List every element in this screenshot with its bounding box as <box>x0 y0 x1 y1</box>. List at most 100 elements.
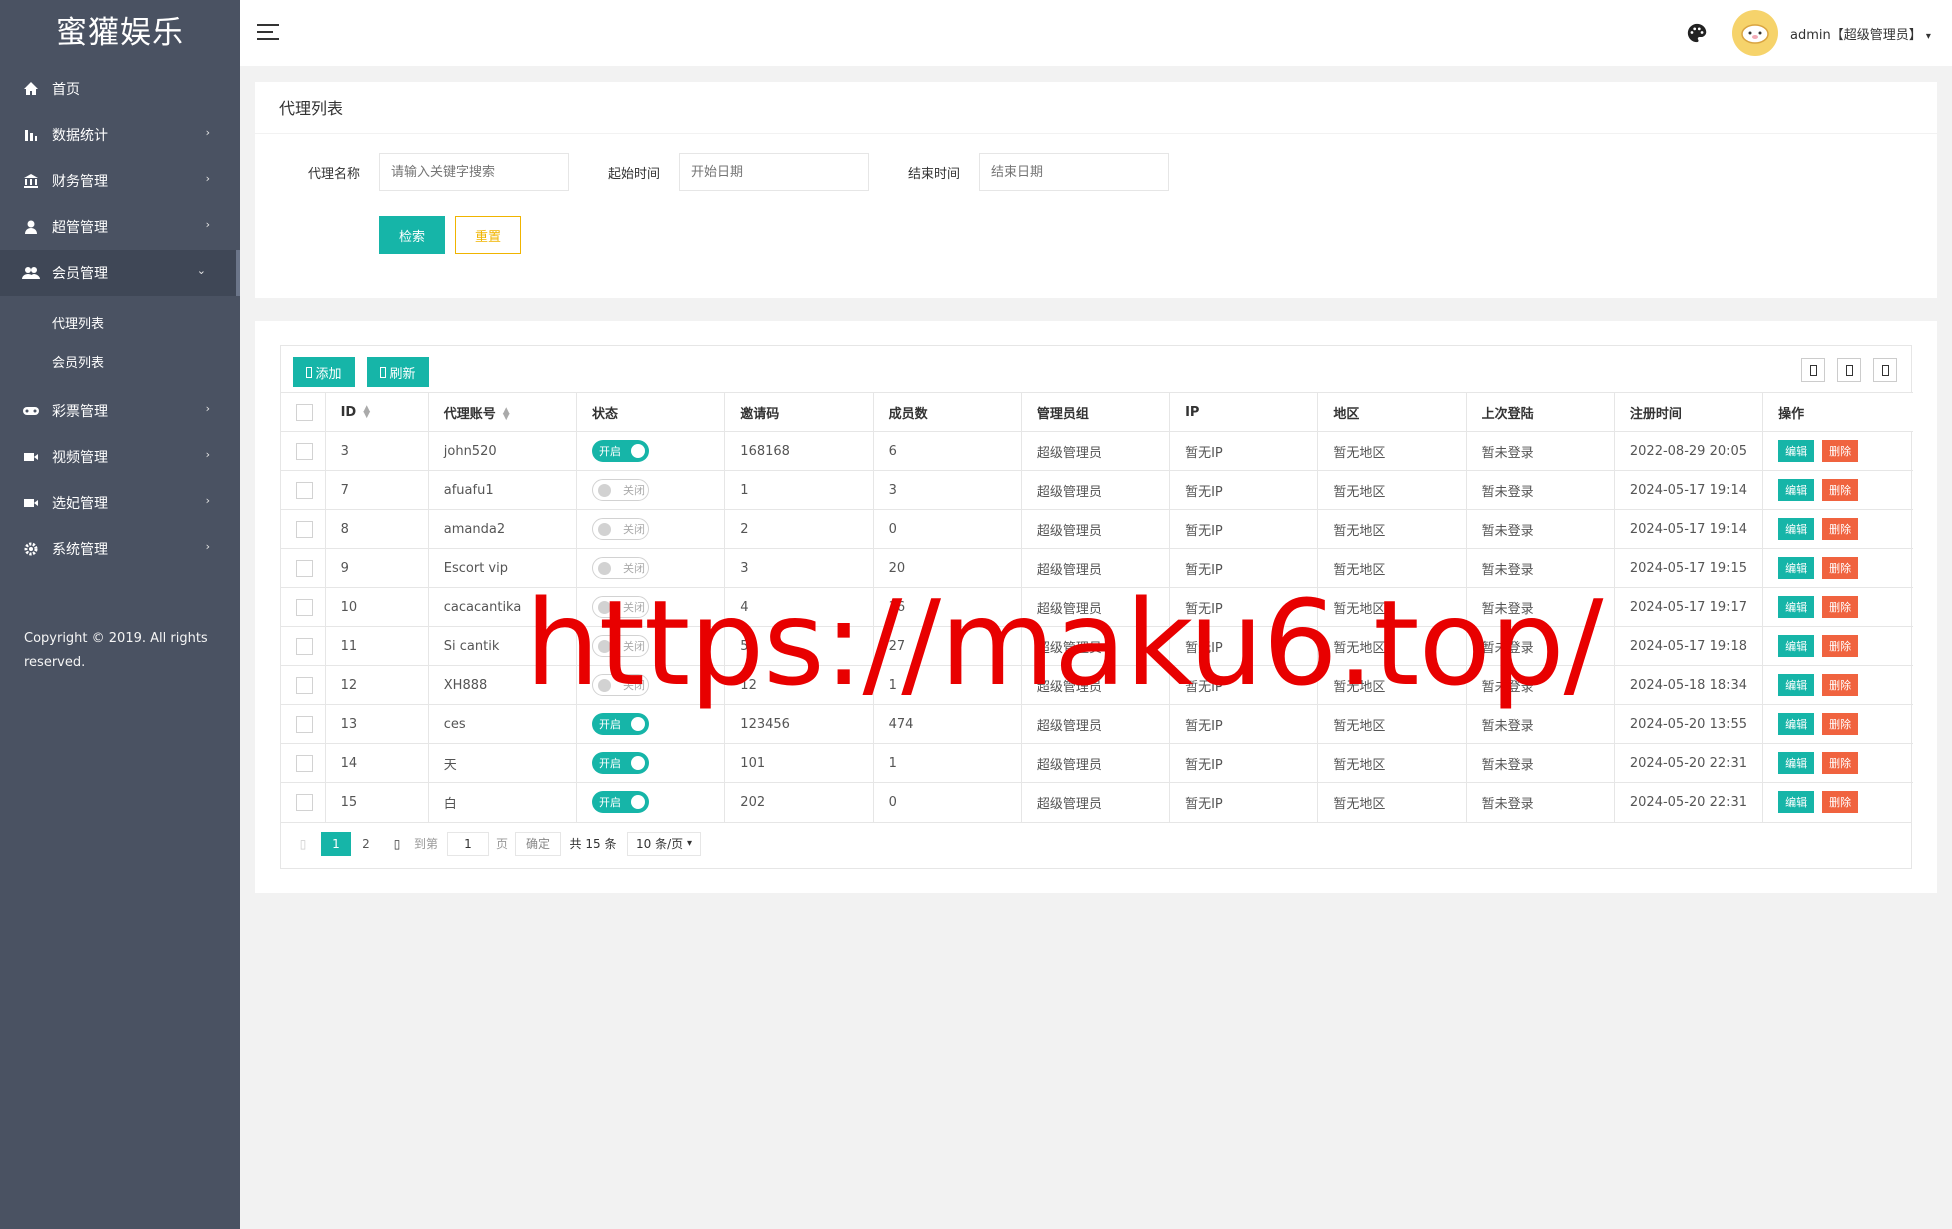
row-checkbox[interactable] <box>296 637 313 655</box>
prev-page-icon[interactable]: ▯ <box>293 832 313 856</box>
status-toggle[interactable]: 开启 <box>592 791 650 814</box>
toggle-knob <box>631 795 646 810</box>
search-button[interactable]: 检索 <box>379 216 445 254</box>
sidebar-item-2[interactable]: 视频管理 › <box>0 434 240 480</box>
end-date-input[interactable] <box>979 153 1169 191</box>
cell-region: 暂无地区 <box>1317 509 1467 549</box>
sidebar-item-2[interactable]: 数据统计 › <box>0 112 240 158</box>
add-icon <box>306 366 313 378</box>
column-header[interactable]: 代理账号 ▲ ▼ <box>428 392 578 432</box>
row-checkbox[interactable] <box>296 598 313 616</box>
status-toggle[interactable]: 开启 <box>592 440 650 462</box>
row-checkbox[interactable] <box>296 793 313 811</box>
edit-button[interactable]: 编辑 <box>1778 557 1815 579</box>
sidebar-item-1[interactable]: 首页 <box>0 66 240 112</box>
chevron-right-icon: › <box>205 172 210 185</box>
sidebar-item-1[interactable]: 彩票管理 › <box>0 388 240 434</box>
row-checkbox[interactable] <box>296 520 313 538</box>
next-page-icon[interactable]: ▯ <box>387 832 407 856</box>
status-toggle[interactable]: 开启 <box>592 713 650 735</box>
sidebar-item-label: 系统管理 <box>52 542 108 558</box>
start-date-input[interactable] <box>679 153 869 191</box>
sort-icon[interactable]: ▲ ▼ <box>503 407 510 422</box>
delete-button[interactable]: 删除 <box>1822 791 1859 814</box>
sidebar-item-4[interactable]: 系统管理 › <box>0 526 240 572</box>
delete-button[interactable]: 删除 <box>1822 479 1859 501</box>
cell-region: 暂无地区 <box>1317 431 1467 471</box>
cell-region: 暂无地区 <box>1317 743 1467 783</box>
select-all-cell <box>281 392 326 432</box>
row-checkbox[interactable] <box>296 442 313 460</box>
export-icon[interactable] <box>1837 358 1861 382</box>
edit-button[interactable]: 编辑 <box>1778 635 1815 657</box>
page-number-input[interactable]: 1 <box>447 831 489 856</box>
sidebar-item-5[interactable]: 会员管理 ⌄ <box>0 250 240 296</box>
sidebar-item-3[interactable]: 选妃管理 › <box>0 480 240 526</box>
page-unit: 页 <box>495 837 508 851</box>
avatar[interactable] <box>1732 10 1778 56</box>
cell-last: 暂未登录 <box>1466 743 1615 783</box>
agent-name-input[interactable] <box>379 153 569 191</box>
edit-button[interactable]: 编辑 <box>1778 713 1815 735</box>
chevron-right-icon: › <box>205 218 210 231</box>
video-icon <box>22 494 40 512</box>
row-checkbox[interactable] <box>296 715 313 733</box>
menu-toggle-icon[interactable] <box>257 24 279 42</box>
row-select-cell <box>281 626 326 666</box>
delete-button[interactable]: 删除 <box>1822 557 1859 579</box>
sidebar-item-label: 超管管理 <box>52 220 108 236</box>
delete-button[interactable]: 删除 <box>1822 752 1859 774</box>
status-label: 开启 <box>599 718 622 731</box>
cell-id: 11 <box>325 626 429 666</box>
add-button[interactable]: 添加 <box>293 357 355 387</box>
page-1[interactable]: 1 <box>321 831 351 856</box>
delete-button[interactable]: 删除 <box>1822 518 1859 540</box>
palette-icon[interactable] <box>1686 22 1708 44</box>
cell-code: 2 <box>724 509 874 549</box>
toggle-knob <box>631 756 646 770</box>
edit-button[interactable]: 编辑 <box>1778 518 1815 540</box>
refresh-button[interactable]: 刷新 <box>367 357 429 387</box>
cell-reg: 2024-05-20 22:31 <box>1614 743 1764 783</box>
edit-button[interactable]: 编辑 <box>1778 674 1815 696</box>
search-panel: 代理列表 代理名称 起始时间 结束时间 检索 重置 <box>255 82 1937 298</box>
edit-button[interactable]: 编辑 <box>1778 440 1815 462</box>
sidebar-item-3[interactable]: 财务管理 › <box>0 158 240 204</box>
sidebar-subitem-1[interactable]: 代理列表 <box>0 303 240 342</box>
row-checkbox[interactable] <box>296 481 313 499</box>
edit-button[interactable]: 编辑 <box>1778 596 1815 618</box>
delete-button[interactable]: 删除 <box>1822 674 1859 696</box>
status-toggle[interactable]: 关闭 <box>592 518 650 540</box>
goto-confirm-button[interactable]: 确定 <box>515 831 561 856</box>
print-icon[interactable] <box>1873 358 1897 382</box>
select-all-checkbox[interactable] <box>296 403 313 421</box>
delete-button[interactable]: 删除 <box>1822 635 1859 657</box>
page-size-select[interactable]: 10 条/页 ▾ <box>627 831 701 856</box>
cell-reg: 2024-05-20 13:55 <box>1614 704 1764 744</box>
sort-icon[interactable]: ▲ ▼ <box>363 405 370 420</box>
cell-actions: 编辑 删除 <box>1762 509 1913 549</box>
row-checkbox[interactable] <box>296 754 313 772</box>
page-title: 代理列表 <box>255 82 1937 134</box>
edit-button[interactable]: 编辑 <box>1778 752 1815 774</box>
cell-region: 暂无地区 <box>1317 470 1467 510</box>
row-checkbox[interactable] <box>296 676 313 694</box>
delete-button[interactable]: 删除 <box>1822 713 1859 735</box>
sidebar-subitem-2[interactable]: 会员列表 <box>0 342 240 381</box>
column-header[interactable]: ID ▲ ▼ <box>325 392 429 432</box>
cell-actions: 编辑 删除 <box>1762 782 1913 822</box>
user-menu[interactable]: admin【超级管理员】 ▾ <box>1790 24 1931 43</box>
row-checkbox[interactable] <box>296 559 313 577</box>
delete-button[interactable]: 删除 <box>1822 596 1859 618</box>
page-2[interactable]: 2 <box>351 832 381 856</box>
reset-button[interactable]: 重置 <box>455 216 521 254</box>
delete-button[interactable]: 删除 <box>1822 440 1859 462</box>
column-header: 成员数 <box>873 392 1022 432</box>
sidebar-item-4[interactable]: 超管管理 › <box>0 204 240 250</box>
edit-button[interactable]: 编辑 <box>1778 479 1815 501</box>
status-toggle[interactable]: 关闭 <box>592 479 650 501</box>
cell-group: 超级管理员 <box>1021 470 1171 510</box>
edit-button[interactable]: 编辑 <box>1778 791 1815 814</box>
columns-icon[interactable] <box>1801 358 1825 382</box>
status-toggle[interactable]: 开启 <box>592 752 650 774</box>
